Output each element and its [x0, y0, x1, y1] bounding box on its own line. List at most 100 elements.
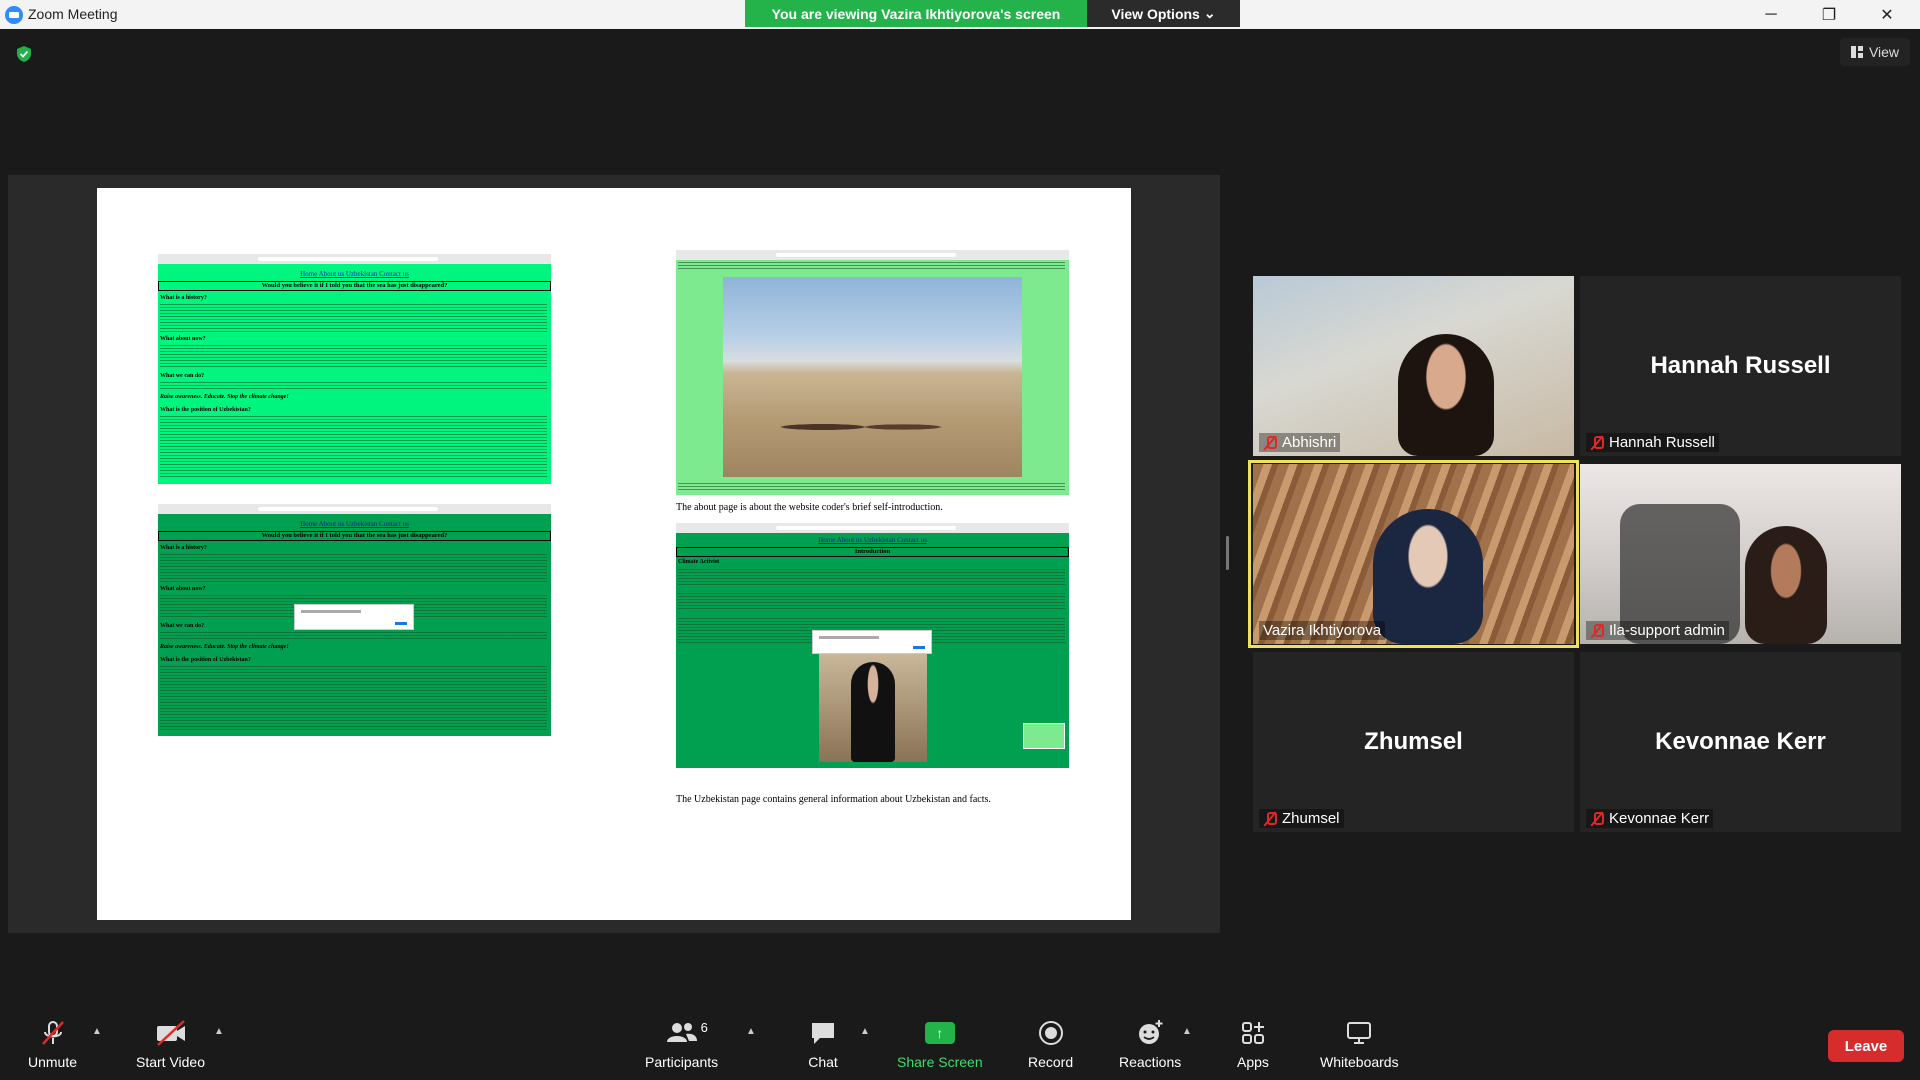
- dialog-text: [301, 610, 361, 613]
- leave-button[interactable]: Leave: [1828, 1030, 1904, 1062]
- participant-display-name: Kevonnae Kerr: [1655, 728, 1826, 755]
- participant-video: [1253, 276, 1574, 456]
- reactions-label: Reactions: [1119, 1054, 1182, 1070]
- view-options-label: View Options: [1111, 5, 1200, 22]
- participant-display-name: Zhumsel: [1364, 728, 1463, 755]
- aral-sea-photo: [723, 277, 1022, 477]
- participant-name-tag: Hannah Russell: [1586, 433, 1719, 452]
- encryption-shield-icon[interactable]: [15, 45, 33, 63]
- microphone-muted-icon: [41, 1021, 64, 1045]
- close-button[interactable]: ✕: [1864, 0, 1910, 29]
- video-options-caret[interactable]: ▲: [214, 1026, 224, 1037]
- zoom-logo-icon: [5, 6, 23, 24]
- panel-resize-handle[interactable]: [1226, 536, 1229, 570]
- shot-heading: Would you believe it if I told you that …: [158, 281, 551, 291]
- shot-paragraph: [160, 666, 547, 730]
- shared-slide: Home About us Uzbekistan Contact us Woul…: [97, 188, 1131, 920]
- participant-tile[interactable]: Ila-support admin: [1580, 464, 1901, 644]
- start-video-label: Start Video: [136, 1054, 206, 1070]
- restore-button[interactable]: ❐: [1806, 0, 1852, 29]
- participants-label: Participants: [645, 1054, 719, 1070]
- shot-paragraph: [678, 262, 1065, 270]
- shot-nav: Home About us Uzbekistan Contact us: [300, 520, 409, 528]
- view-layout-button[interactable]: View: [1840, 38, 1910, 66]
- share-screen-arrow-icon: ↑: [924, 1022, 955, 1044]
- thumbnail-image: [1023, 723, 1065, 749]
- participants-options-caret[interactable]: ▲: [746, 1026, 756, 1037]
- reactions-button[interactable]: Reactions: [1119, 1018, 1181, 1070]
- participant-name-tag: Ila-support admin: [1586, 621, 1729, 640]
- browser-bar: [676, 250, 1069, 260]
- chevron-down-icon: ⌄: [1203, 5, 1216, 21]
- shot-section-title: What about now?: [160, 336, 206, 342]
- shot-section-title: What is the position of Uzbekistan?: [160, 657, 251, 663]
- whiteboard-icon: [1347, 1022, 1372, 1044]
- apps-button[interactable]: Apps: [1237, 1018, 1269, 1070]
- participant-tile[interactable]: Kevonnae Kerr Kevonnae Kerr: [1580, 652, 1901, 832]
- browser-bar: [676, 523, 1069, 533]
- shot-section-title: What about now?: [160, 586, 206, 592]
- mic-muted-icon: [1590, 623, 1604, 639]
- start-video-button[interactable]: Start Video: [136, 1018, 205, 1070]
- shot-section-title: What is a history?: [160, 545, 207, 551]
- caption-about-page: The about page is about the website code…: [676, 502, 943, 513]
- shot-paragraph: [678, 569, 1065, 587]
- participant-name: Vazira Ikhtiyorova: [1263, 622, 1382, 639]
- participants-icon: [666, 1023, 697, 1042]
- unmute-button[interactable]: Unmute: [28, 1018, 77, 1070]
- participant-display-name: Hannah Russell: [1650, 352, 1831, 379]
- viewing-screen-banner: You are viewing Vazira Ikhtiyorova's scr…: [745, 0, 1087, 27]
- participants-button[interactable]: 6 Participants: [645, 1018, 718, 1070]
- unmute-label: Unmute: [28, 1054, 78, 1070]
- participant-figure: [1373, 509, 1483, 644]
- chat-options-caret[interactable]: ▲: [860, 1026, 870, 1037]
- browser-bar: [158, 504, 551, 514]
- leave-label: Leave: [1844, 1037, 1888, 1055]
- shot-paragraph: [678, 483, 1065, 491]
- participant-tile[interactable]: Hannah Russell Hannah Russell: [1580, 276, 1901, 456]
- participant-tile[interactable]: Zhumsel Zhumsel: [1253, 652, 1574, 832]
- shot-paragraph: [160, 382, 547, 390]
- meeting-toolbar: Unmute ▲ Start Video ▲ 6 Participants ▲: [0, 1008, 1920, 1080]
- reactions-options-caret[interactable]: ▲: [1182, 1026, 1192, 1037]
- participant-tile[interactable]: Abhishri: [1253, 276, 1574, 456]
- window-title: Zoom Meeting: [28, 6, 118, 22]
- share-screen-button[interactable]: ↑ Share Screen: [897, 1018, 983, 1070]
- shot-section-title: What is a history?: [160, 295, 207, 301]
- alert-dialog: [294, 604, 414, 630]
- record-button[interactable]: Record: [1028, 1018, 1073, 1070]
- viewing-screen-text: You are viewing Vazira Ikhtiyorova's scr…: [771, 5, 1061, 22]
- participant-tile-active[interactable]: Vazira Ikhtiyorova: [1253, 464, 1574, 644]
- whiteboards-button[interactable]: Whiteboards: [1320, 1018, 1399, 1070]
- screenshot-home-bright: Home About us Uzbekistan Contact us Woul…: [158, 254, 551, 484]
- apps-label: Apps: [1237, 1054, 1269, 1070]
- view-options-button[interactable]: View Options ⌄: [1087, 0, 1240, 27]
- screenshot-aral-sea: [676, 250, 1069, 495]
- browser-bar: [158, 254, 551, 264]
- shot-section-title: Climate Activist: [678, 559, 720, 565]
- participant-name: Abhishri: [1282, 434, 1337, 451]
- reactions-smiley-icon: [1139, 1020, 1163, 1044]
- share-screen-label: Share Screen: [897, 1054, 983, 1070]
- participant-figure: [1398, 334, 1494, 456]
- unmute-options-caret[interactable]: ▲: [92, 1026, 102, 1037]
- participant-video: [1580, 464, 1901, 644]
- chat-button[interactable]: Chat: [808, 1018, 838, 1070]
- participant-figure: [1745, 526, 1827, 644]
- shot-paragraph: [678, 593, 1065, 609]
- shot-heading: Introduction: [676, 547, 1069, 557]
- grid-layout-icon: [1850, 46, 1863, 58]
- mic-muted-icon: [1263, 435, 1277, 451]
- participant-name-tag: Zhumsel: [1259, 809, 1344, 828]
- mic-muted-icon: [1263, 811, 1277, 827]
- shot-paragraph: [160, 416, 547, 478]
- record-label: Record: [1028, 1054, 1074, 1070]
- participants-count: 6: [700, 1020, 708, 1035]
- apps-icon: [1241, 1022, 1264, 1044]
- chat-label: Chat: [808, 1054, 838, 1070]
- mic-muted-icon: [1590, 435, 1604, 451]
- shot-section-title: Raise awareness. Educate. Stop the clima…: [160, 644, 289, 650]
- shot-paragraph: [160, 632, 547, 640]
- video-camera-off-icon: [156, 1020, 185, 1046]
- minimize-button[interactable]: ─: [1748, 0, 1794, 29]
